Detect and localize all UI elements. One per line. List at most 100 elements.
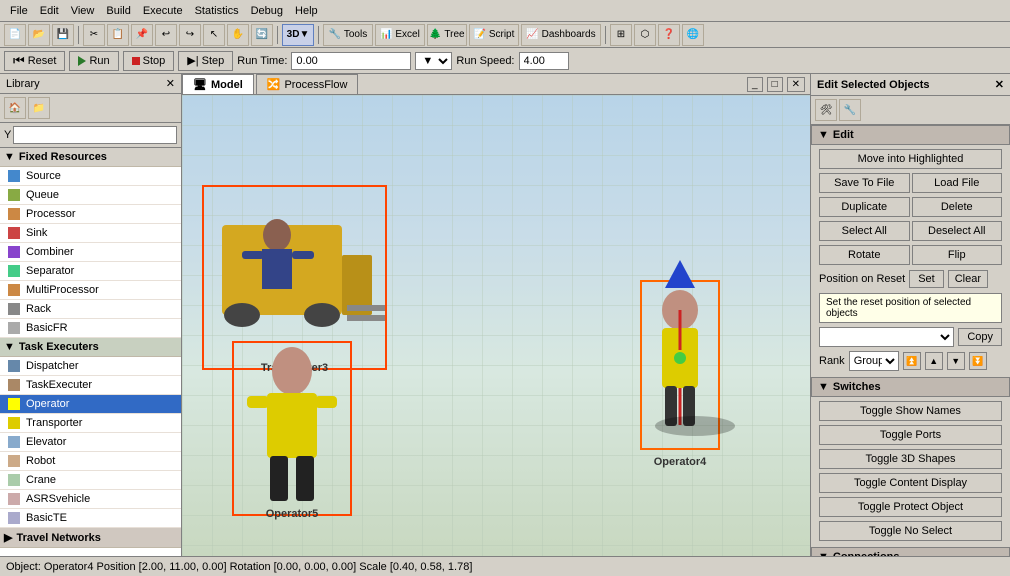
web-button[interactable]: 🌐 [682,24,704,46]
tree-button[interactable]: 🌲 Tree [427,24,467,46]
tools-button[interactable]: 🔧 Tools [323,24,373,46]
lib-item-sink[interactable]: Sink [0,224,181,243]
lib-item-crane[interactable]: Crane [0,471,181,490]
reset-button[interactable]: ⏮ Reset [4,51,65,71]
rank-up-up-button[interactable]: ⏫ [903,352,921,370]
lib-item-taskexecuter[interactable]: TaskExecuter [0,376,181,395]
operator5-object[interactable]: Operator5 [232,341,352,516]
new-button[interactable]: 📄 [4,24,26,46]
lib-item-basicte[interactable]: BasicTE [0,509,181,528]
run-speed-input[interactable] [519,52,569,70]
script-button[interactable]: 📝 Script [469,24,519,46]
canvas-minimize-button[interactable]: _ [747,77,763,92]
toggle-show-names-button[interactable]: Toggle Show Names [819,401,1002,421]
toggle-3d-shapes-button[interactable]: Toggle 3D Shapes [819,449,1002,469]
dashboards-button[interactable]: 📈 Dashboards [521,24,601,46]
save-button[interactable]: 💾 [52,24,74,46]
rank-up-button[interactable]: ▲ [925,352,943,370]
lib-item-multiprocessor[interactable]: MultiProcessor [0,281,181,300]
lib-item-basicfr[interactable]: BasicFR [0,319,181,338]
run-time-dropdown[interactable]: ▼ [415,52,452,70]
lib-item-processor[interactable]: Processor [0,205,181,224]
menu-debug[interactable]: Debug [245,3,289,19]
copy-dropdown[interactable] [819,327,954,347]
lib-item-transporter[interactable]: Transporter [0,414,181,433]
menu-edit[interactable]: Edit [34,3,65,19]
tab-model[interactable]: 🖥 Model [182,74,254,94]
menu-help[interactable]: Help [289,3,324,19]
excel-button[interactable]: 📊 Excel [375,24,425,46]
redo-button[interactable]: ↪ [179,24,201,46]
lib-item-elevator[interactable]: Elevator [0,433,181,452]
lib-item-operator[interactable]: Operator [0,395,181,414]
lib-btn-1[interactable]: 🏠 [4,97,26,119]
copy-button[interactable]: Copy [958,328,1002,346]
undo-button[interactable]: ↩ [155,24,177,46]
tab-processflow[interactable]: 🔀 ProcessFlow [256,74,359,94]
lib-item-separator[interactable]: Separator [0,262,181,281]
menu-view[interactable]: View [65,3,101,19]
step-button[interactable]: ▶| Step [178,51,233,71]
open-button[interactable]: 📂 [28,24,50,46]
connect-button[interactable]: ⬡ [634,24,656,46]
lib-item-robot[interactable]: Robot [0,452,181,471]
load-file-button[interactable]: Load File [912,173,1003,193]
right-panel-close-button[interactable]: ✕ [995,78,1004,91]
right-panel-toolbar: 🛠 🔧 [811,96,1010,125]
pan-button[interactable]: ✋ [227,24,249,46]
flip-button[interactable]: Flip [912,245,1003,265]
move-into-highlighted-button[interactable]: Move into Highlighted [819,149,1002,169]
toggle-protect-object-button[interactable]: Toggle Protect Object [819,497,1002,517]
canvas-maximize-button[interactable]: □ [767,77,783,92]
deselect-all-button[interactable]: Deselect All [912,221,1003,241]
lib-item-queue[interactable]: Queue [0,186,181,205]
lib-item-source[interactable]: Source [0,167,181,186]
lib-item-dispatcher[interactable]: Dispatcher [0,357,181,376]
switches-section-header[interactable]: ▼ Switches [811,377,1010,397]
canvas-3d[interactable]: Transporter3 [182,95,810,556]
menu-execute[interactable]: Execute [137,3,189,19]
travel-networks-header[interactable]: ▶ Travel Networks [0,528,181,548]
rank-down-button[interactable]: ▼ [947,352,965,370]
toggle-ports-button[interactable]: Toggle Ports [819,425,1002,445]
rp-toolbar-btn-2[interactable]: 🔧 [839,99,861,121]
run-time-input[interactable] [291,52,411,70]
lib-item-asrsvehicle[interactable]: ASRSvehicle [0,490,181,509]
menu-file[interactable]: File [4,3,34,19]
run-toolbar: ⏮ Reset Run Stop ▶| Step Run Time: ▼ Run… [0,48,1010,74]
toggle-no-select-button[interactable]: Toggle No Select [819,521,1002,541]
library-close-button[interactable]: ✕ [166,77,175,90]
edit-section-header[interactable]: ▼ Edit [811,125,1010,145]
group-dropdown[interactable]: Group [849,351,899,371]
library-search-input[interactable] [13,126,177,144]
help-icon-button[interactable]: ❓ [658,24,680,46]
3d-dropdown[interactable]: 3D▼ [282,24,314,46]
menu-build[interactable]: Build [100,3,136,19]
rotate-button[interactable]: 🔄 [251,24,273,46]
cut-button[interactable]: ✂ [83,24,105,46]
rotate-button[interactable]: Rotate [819,245,910,265]
select-all-button[interactable]: Select All [819,221,910,241]
rp-toolbar-btn-1[interactable]: 🛠 [815,99,837,121]
lib-item-combiner[interactable]: Combiner [0,243,181,262]
menu-statistics[interactable]: Statistics [189,3,245,19]
delete-button[interactable]: Delete [912,197,1003,217]
select-button[interactable]: ↖ [203,24,225,46]
fixed-resources-header[interactable]: ▼ Fixed Resources [0,148,181,167]
paste-button[interactable]: 📌 [131,24,153,46]
lib-btn-2[interactable]: 📁 [28,97,50,119]
run-button[interactable]: Run [69,51,118,71]
set-button[interactable]: Set [909,270,944,288]
stop-button[interactable]: Stop [123,51,175,71]
connections-section-header[interactable]: ▼ Connections [811,547,1010,556]
clear-button[interactable]: Clear [948,270,988,288]
lib-item-rack[interactable]: Rack [0,300,181,319]
copy-button[interactable]: 📋 [107,24,129,46]
toggle-content-display-button[interactable]: Toggle Content Display [819,473,1002,493]
task-executers-header[interactable]: ▼ Task Executers [0,338,181,357]
save-to-file-button[interactable]: Save To File [819,173,910,193]
layout-button[interactable]: ⊞ [610,24,632,46]
duplicate-button[interactable]: Duplicate [819,197,910,217]
canvas-close-button[interactable]: ✕ [787,77,805,92]
rank-down-down-button[interactable]: ⏬ [969,352,987,370]
